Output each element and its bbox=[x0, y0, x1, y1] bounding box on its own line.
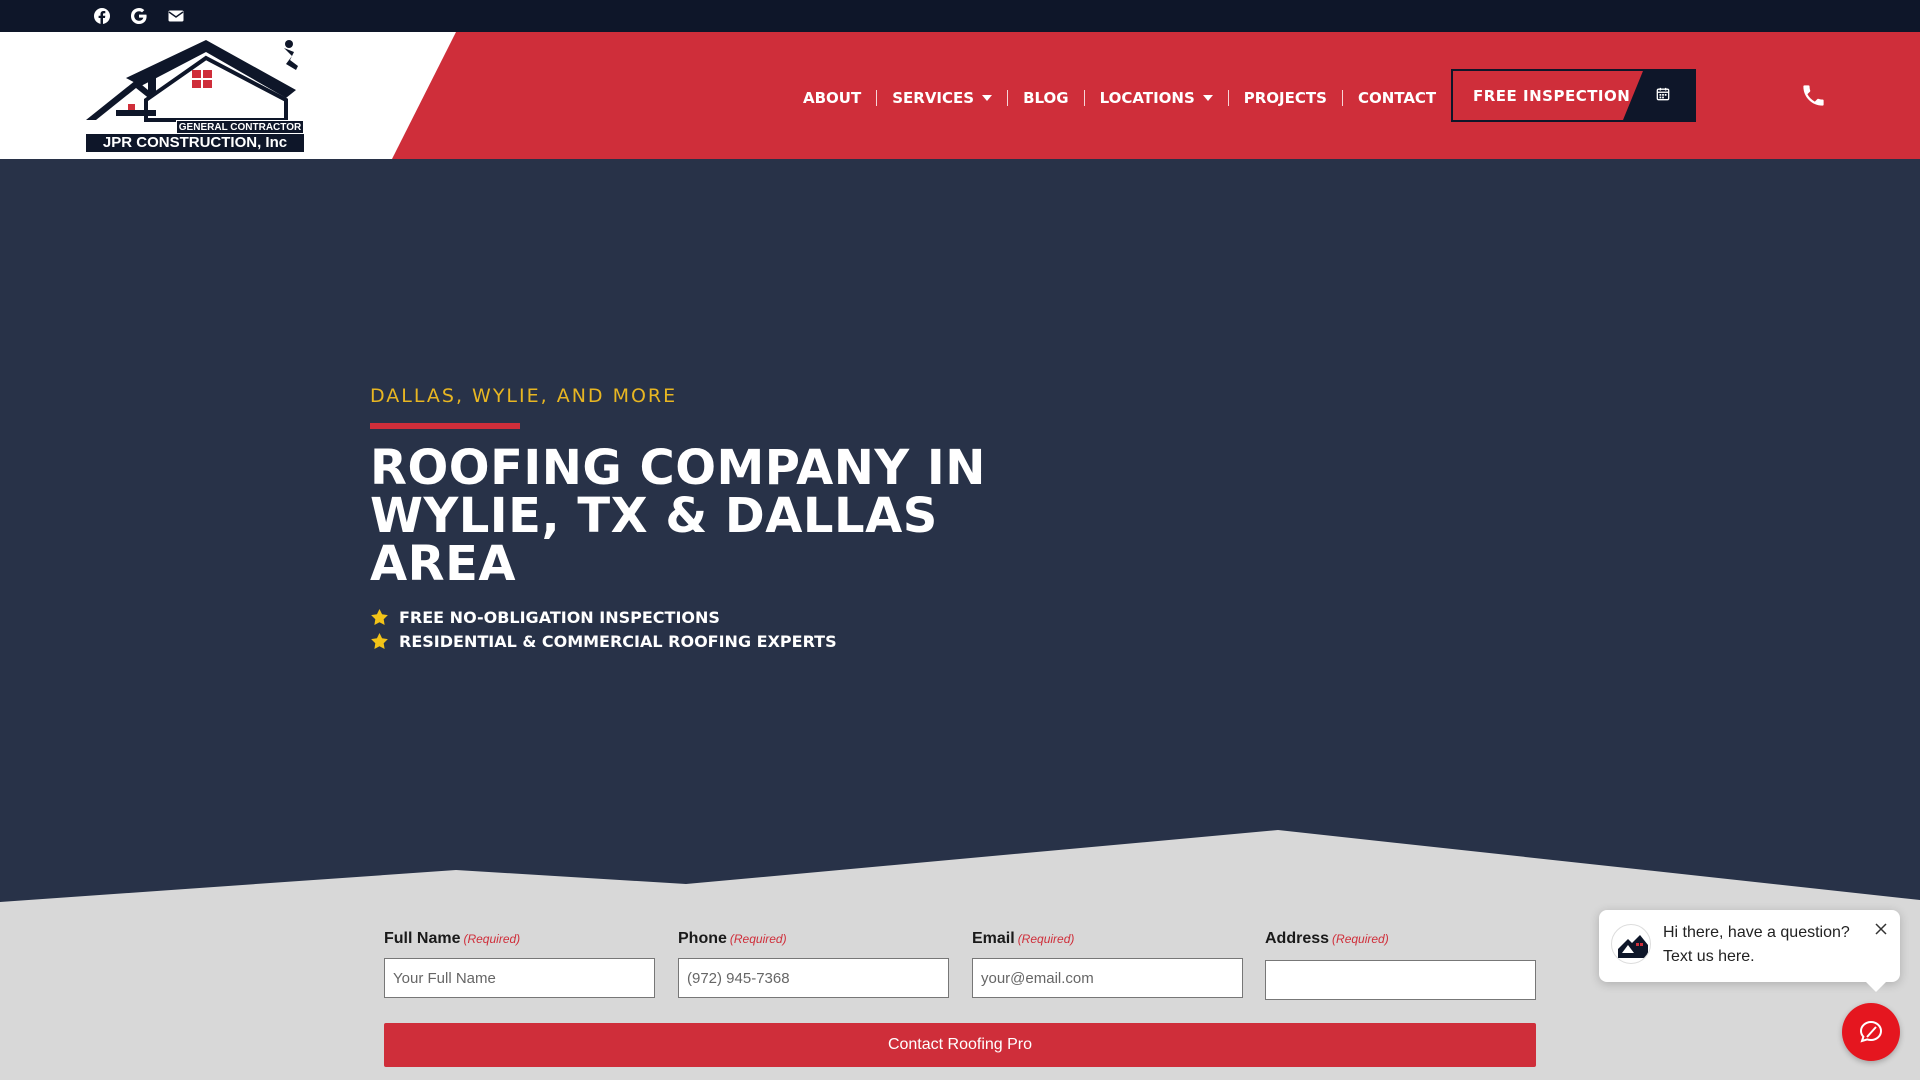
nav-item-label: SERVICES bbox=[892, 89, 975, 107]
chat-popup-tail bbox=[1864, 980, 1888, 992]
phone-input[interactable] bbox=[678, 958, 949, 998]
logo-tagline: GENERAL CONTRACTOR bbox=[176, 120, 304, 134]
nav-item-projects[interactable]: PROJECTS bbox=[1229, 89, 1342, 107]
nav-item-services[interactable]: SERVICES bbox=[877, 89, 1007, 107]
field-label-text: Address bbox=[1265, 930, 1330, 947]
address-field-group: Address (Required) bbox=[1265, 930, 1536, 1000]
required-indicator: (Required) bbox=[463, 932, 521, 946]
full-name-label: Full Name (Required) bbox=[384, 930, 655, 952]
address-label: Address (Required) bbox=[1265, 930, 1536, 952]
caret-down-icon bbox=[982, 95, 993, 101]
chat-popup[interactable]: Hi there, have a question? Text us here. bbox=[1599, 910, 1900, 992]
field-label-text: Full Name bbox=[384, 930, 461, 947]
hero-eyebrow: DALLAS, WYLIE, AND MORE bbox=[370, 385, 678, 407]
nav-item-contact[interactable]: CONTACT bbox=[1343, 89, 1451, 107]
list-item: FREE NO-OBLIGATION INSPECTIONS bbox=[370, 605, 837, 629]
required-indicator: (Required) bbox=[729, 932, 787, 946]
email-field-group: Email (Required) bbox=[972, 930, 1243, 998]
hero-headline: ROOFING COMPANY IN WYLIE, TX & DALLAS AR… bbox=[370, 440, 986, 592]
hero-divider bbox=[370, 423, 520, 429]
chat-message-line: Text us here. bbox=[1663, 948, 1755, 965]
nav-item-blog[interactable]: BLOG bbox=[1008, 89, 1084, 107]
required-indicator: (Required) bbox=[1017, 932, 1075, 946]
full-name-input[interactable] bbox=[384, 958, 655, 998]
google-icon[interactable] bbox=[130, 7, 148, 25]
chat-message-line: Hi there, have a question? bbox=[1663, 924, 1850, 941]
list-item: RESIDENTIAL & COMMERCIAL ROOFING EXPERTS bbox=[370, 629, 837, 653]
bullet-text: RESIDENTIAL & COMMERCIAL ROOFING EXPERTS bbox=[399, 631, 837, 651]
nav-item-label: PROJECTS bbox=[1243, 89, 1327, 107]
email-icon[interactable] bbox=[167, 7, 185, 25]
chat-launcher-button[interactable] bbox=[1842, 1003, 1900, 1061]
nav-item-label: ABOUT bbox=[803, 89, 862, 107]
top-bar bbox=[0, 0, 1920, 32]
company-avatar bbox=[1611, 924, 1651, 964]
chat-bubble-icon bbox=[1859, 1020, 1883, 1043]
nav-item-locations[interactable]: LOCATIONS bbox=[1085, 89, 1228, 107]
free-inspection-label: FREE INSPECTION bbox=[1453, 71, 1643, 120]
nav-item-label: BLOG bbox=[1023, 89, 1069, 107]
main-nav: ABOUT SERVICES BLOG LOCATIONS PROJECTS C… bbox=[789, 86, 1451, 110]
star-icon bbox=[370, 632, 389, 651]
company-logo[interactable]: GENERAL CONTRACTOR JPR CONSTRUCTION, Inc bbox=[86, 40, 304, 152]
logo-name: JPR CONSTRUCTION, Inc bbox=[86, 134, 304, 152]
facebook-icon[interactable] bbox=[93, 7, 111, 25]
free-inspection-button[interactable]: FREE INSPECTION bbox=[1451, 69, 1696, 122]
phone-field-group: Phone (Required) bbox=[678, 930, 949, 998]
nav-item-label: LOCATIONS bbox=[1099, 89, 1195, 107]
caret-down-icon bbox=[1202, 95, 1213, 101]
site-header: GENERAL CONTRACTOR JPR CONSTRUCTION, Inc… bbox=[0, 32, 1920, 159]
hero-bullet-list: FREE NO-OBLIGATION INSPECTIONS RESIDENTI… bbox=[370, 605, 837, 653]
field-label-text: Phone bbox=[678, 930, 727, 947]
nav-item-about[interactable]: ABOUT bbox=[789, 89, 876, 107]
contact-roofing-pro-button[interactable]: Contact Roofing Pro bbox=[384, 1023, 1536, 1067]
address-input[interactable] bbox=[1265, 960, 1536, 1000]
full-name-field-group: Full Name (Required) bbox=[384, 930, 655, 998]
calendar-icon bbox=[1656, 87, 1672, 103]
close-icon[interactable] bbox=[1874, 922, 1888, 936]
phone-icon[interactable] bbox=[1800, 82, 1827, 109]
phone-label: Phone (Required) bbox=[678, 930, 949, 952]
email-input[interactable] bbox=[972, 958, 1243, 998]
star-icon bbox=[370, 608, 389, 627]
bullet-text: FREE NO-OBLIGATION INSPECTIONS bbox=[399, 607, 720, 627]
nav-item-label: CONTACT bbox=[1357, 89, 1437, 107]
required-indicator: (Required) bbox=[1332, 932, 1389, 946]
field-label-text: Email bbox=[972, 930, 1015, 947]
email-label: Email (Required) bbox=[972, 930, 1243, 952]
